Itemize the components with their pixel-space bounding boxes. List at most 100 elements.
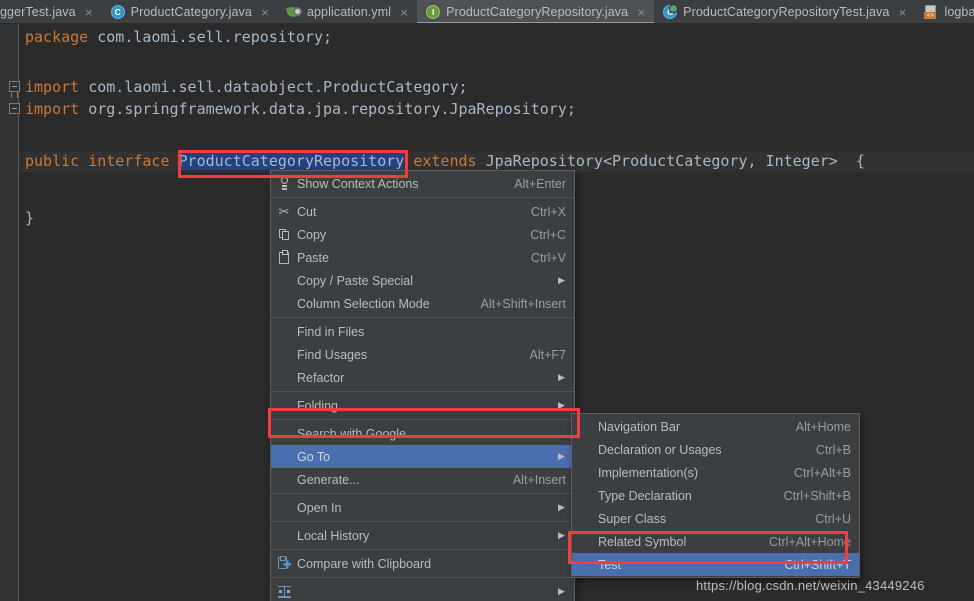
tab-loggertest-java[interactable]: ggerTest.java × [0,0,102,23]
menu-item-open-in[interactable]: Open In ▶ [271,496,574,519]
menu-separator [271,521,574,522]
tab-close-icon[interactable]: × [636,6,646,19]
menu-separator [271,317,574,318]
no-icon [572,557,598,573]
code-line-interface-declaration: public interface ProductCategoryReposito… [25,151,865,171]
menu-item-label: Refactor [297,370,345,385]
keyword-import: import [25,100,80,118]
tab-close-icon[interactable]: × [84,6,94,19]
no-icon [271,528,297,544]
cut-icon: ✂ [278,204,290,219]
tab-label: logba [944,5,974,19]
spring-yaml-icon [286,5,302,19]
menu-item-refactor[interactable]: Refactor ▶ [271,366,574,389]
code-line-import-2: import org.springframework.data.jpa.repo… [25,99,576,119]
code-fold-marker-imports[interactable] [9,81,20,92]
menu-item-search-with-google[interactable]: Search with Google [271,422,574,445]
no-icon [271,426,297,442]
menu-item-label: Generate... [297,472,360,487]
submenu-item-label: Navigation Bar [598,419,680,434]
java-class-icon: C [110,5,125,19]
menu-item-shortcut: Alt+F7 [529,347,566,362]
submenu-item-label: Declaration or Usages [598,442,722,457]
submenu-item-type-declaration[interactable]: Type Declaration Ctrl+Shift+B [572,484,859,507]
submenu-item-label: Implementation(s) [598,465,699,480]
menu-item-folding[interactable]: Folding ▶ [271,394,574,417]
menu-separator [271,419,574,420]
tab-productcategoryrepositorytest-java[interactable]: C ProductCategoryRepositoryTest.java × [654,0,915,23]
menu-item-label: Find Usages [297,347,368,362]
submenu-item-test[interactable]: Test Ctrl+Shift+T [572,553,859,576]
menu-item-column-selection-mode[interactable]: Column Selection Mode Alt+Shift+Insert [271,292,574,315]
lightbulb-icon [271,176,297,192]
submenu-item-implementations[interactable]: Implementation(s) Ctrl+Alt+B [572,461,859,484]
tab-close-icon[interactable]: × [260,6,270,19]
submenu-item-label: Test [598,557,621,572]
go-to-submenu[interactable]: Navigation Bar Alt+Home Declaration or U… [571,413,860,578]
java-class-icon-letter: C [110,5,125,19]
tab-logback-xml[interactable]: <> logba [915,0,974,23]
tab-close-icon[interactable]: × [399,6,409,19]
java-interface-icon: I [426,5,441,19]
code-fold-marker-import2[interactable] [9,103,20,114]
no-icon [271,449,297,465]
tab-productcategoryrepository-java[interactable]: I ProductCategoryRepository.java × [417,0,655,23]
menu-item-copy-paste-special[interactable]: Copy / Paste Special ▶ [271,269,574,292]
menu-item-cut[interactable]: ✂ Cut Ctrl+X [271,200,574,223]
submenu-item-declaration-or-usages[interactable]: Declaration or Usages Ctrl+B [572,438,859,461]
no-icon [271,472,297,488]
no-icon [271,500,297,516]
menu-item-generate[interactable]: Generate... Alt+Insert [271,468,574,491]
menu-item-label: Local History [297,528,370,543]
chevron-right-icon: ▶ [558,502,565,512]
tab-label: ProductCategory.java [130,5,252,19]
no-icon [271,370,297,386]
declaration-supertype: JpaRepository<ProductCategory, Integer> … [485,152,865,170]
submenu-item-related-symbol[interactable]: Related Symbol Ctrl+Alt+Home [572,530,859,553]
tab-label: ggerTest.java [0,5,76,19]
no-icon [572,488,598,504]
submenu-item-shortcut: Ctrl+Alt+Home [769,534,851,549]
menu-item-local-history[interactable]: Local History ▶ [271,524,574,547]
tab-label: application.yml [306,5,392,19]
menu-item-find-usages[interactable]: Find Usages Alt+F7 [271,343,574,366]
no-icon [572,534,598,550]
menu-item-diagrams[interactable]: ▶ [271,580,574,601]
menu-item-find-in-files[interactable]: Find in Files [271,320,574,343]
menu-item-paste[interactable]: Paste Ctrl+V [271,246,574,269]
menu-item-shortcut: Alt+Enter [514,176,566,191]
tab-close-icon[interactable]: × [897,6,907,19]
submenu-item-super-class[interactable]: Super Class Ctrl+U [572,507,859,530]
java-test-class-icon: C [663,5,678,19]
tab-application-yml[interactable]: application.yml × [278,0,417,23]
import-path: com.laomi.sell.dataobject.ProductCategor… [79,78,468,96]
code-line-package: package com.laomi.sell.repository; [25,27,332,47]
chevron-right-icon: ▶ [558,372,565,382]
menu-item-compare-with-clipboard[interactable]: ✚ Compare with Clipboard [271,552,574,575]
tab-productcategory-java[interactable]: C ProductCategory.java × [102,0,278,23]
submenu-item-navigation-bar[interactable]: Navigation Bar Alt+Home [572,415,859,438]
editor-context-menu[interactable]: Show Context Actions Alt+Enter ✂ Cut Ctr… [270,170,575,601]
declaration-suffix-extends: extends [404,152,486,170]
package-name: com.laomi.sell.repository; [88,28,333,46]
menu-item-label: Go To [297,449,331,464]
menu-item-go-to[interactable]: Go To ▶ [271,445,574,468]
java-test-class-icon-letter: C [663,5,678,19]
menu-item-shortcut: Ctrl+V [530,250,566,265]
chevron-right-icon: ▶ [558,451,565,461]
ide-window: ggerTest.java × C ProductCategory.java ×… [0,0,974,601]
tab-label: ProductCategoryRepository.java [446,5,629,19]
no-icon [572,511,598,527]
menu-separator [271,549,574,550]
menu-item-label: Copy / Paste Special [297,273,414,288]
menu-item-label: Paste [297,250,329,265]
java-interface-icon-letter: I [426,5,441,19]
keyword-import: import [25,78,80,96]
submenu-item-shortcut: Ctrl+Alt+B [794,465,851,480]
editor-tab-bar: ggerTest.java × C ProductCategory.java ×… [0,0,974,24]
menu-item-copy[interactable]: Copy Ctrl+C [271,223,574,246]
selected-identifier[interactable]: ProductCategoryRepository [178,152,405,170]
chevron-right-icon: ▶ [558,400,565,410]
menu-item-shortcut: Alt+Shift+Insert [480,296,566,311]
menu-item-show-context-actions[interactable]: Show Context Actions Alt+Enter [271,172,574,195]
